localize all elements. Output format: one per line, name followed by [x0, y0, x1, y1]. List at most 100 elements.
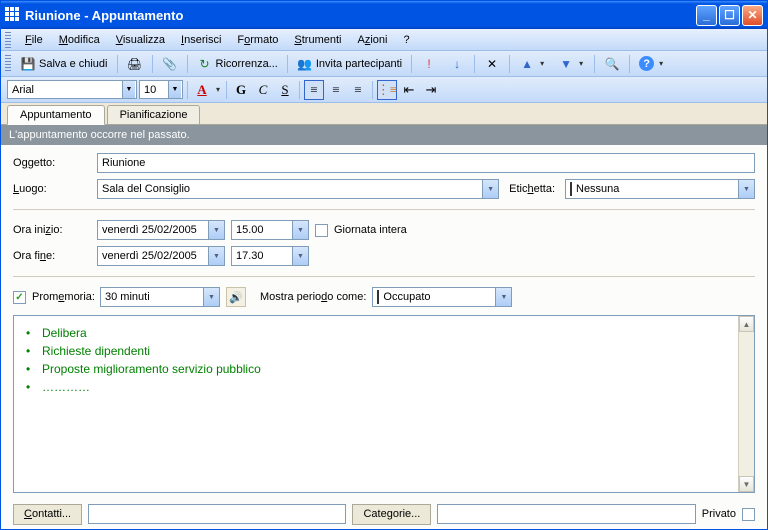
menu-azioni[interactable]: Azioni [351, 31, 393, 49]
increase-indent-button[interactable]: ⇥ [421, 80, 441, 100]
invite-button[interactable]: 👥Invita partecipanti [292, 53, 407, 75]
maximize-button[interactable]: ☐ [719, 5, 740, 26]
font-size-select[interactable]: 10▼ [139, 80, 183, 99]
contacts-button[interactable]: Contatti... [13, 504, 82, 525]
orafine-label: Ora fine: [13, 250, 91, 262]
italic-button[interactable]: C [253, 80, 273, 100]
minimize-button[interactable]: _ [696, 5, 717, 26]
all-day-label: Giornata intera [334, 224, 407, 236]
content-area: L'appuntamento occorre nel passato. Ogge… [1, 125, 767, 529]
scrollbar[interactable]: ▲ ▼ [738, 316, 754, 492]
standard-toolbar: 💾Salva e chiudi 🖨 📎 ↻Ricorrenza... 👥Invi… [1, 51, 767, 77]
chevron-down-icon: ▼ [208, 247, 224, 265]
menu-formato[interactable]: Formato [231, 31, 284, 49]
align-center-button[interactable]: ≡ [326, 80, 346, 100]
tab-appuntamento[interactable]: Appuntamento [7, 105, 105, 125]
attach-button[interactable]: 📎 [157, 53, 183, 75]
reminder-value: 30 minuti [101, 291, 203, 303]
notes-textarea[interactable]: Delibera Richieste dipendenti Proposte m… [13, 315, 755, 493]
font-color-button[interactable]: A [192, 80, 212, 100]
chevron-down-icon: ▼ [168, 81, 181, 98]
label-color-swatch [570, 182, 572, 196]
window-controls: _ ☐ ✕ [696, 5, 763, 26]
chevron-down-icon: ▼ [738, 180, 754, 198]
list-item: Proposte miglioramento servizio pubblico [24, 360, 744, 378]
next-item-button[interactable]: ▼▾ [553, 53, 590, 75]
etichetta-value: Nessuna [566, 183, 738, 195]
invite-icon: 👥 [297, 56, 313, 72]
save-close-button[interactable]: 💾Salva e chiudi [15, 53, 113, 75]
list-item: Delibera [24, 324, 744, 342]
private-checkbox[interactable] [742, 508, 755, 521]
toolbar-grip[interactable] [5, 55, 11, 73]
menu-strumenti[interactable]: Strumenti [288, 31, 347, 49]
etichetta-label: Etichetta: [505, 183, 559, 195]
close-button[interactable]: ✕ [742, 5, 763, 26]
menu-modifica[interactable]: Modifica [53, 31, 106, 49]
reminder-combo[interactable]: 30 minuti▼ [100, 287, 220, 307]
toolbar-grip[interactable] [5, 32, 11, 48]
menu-visualizza[interactable]: Visualizza [110, 31, 171, 49]
recurrence-button[interactable]: ↻Ricorrenza... [192, 53, 283, 75]
start-time-combo[interactable]: 15.00▼ [231, 220, 309, 240]
categories-field[interactable] [437, 504, 695, 524]
end-date-combo[interactable]: venerdì 25/02/2005▼ [97, 246, 225, 266]
end-date-value: venerdì 25/02/2005 [98, 250, 208, 262]
oggetto-input[interactable]: Riunione [97, 153, 755, 173]
align-right-button[interactable]: ≡ [348, 80, 368, 100]
reminder-sound-button[interactable]: 🔊 [226, 287, 246, 307]
start-date-combo[interactable]: venerdì 25/02/2005▼ [97, 220, 225, 240]
menu-file[interactable]: File [19, 31, 49, 49]
menu-help[interactable]: ? [397, 31, 415, 49]
contacts-field[interactable] [88, 504, 346, 524]
chevron-down-icon: ▼ [203, 288, 219, 306]
importance-high-button[interactable]: ! [416, 53, 442, 75]
tab-pianificazione[interactable]: Pianificazione [107, 105, 201, 124]
all-day-checkbox[interactable] [315, 224, 328, 237]
font-family-select[interactable]: Arial▼ [7, 80, 137, 99]
reminder-checkbox[interactable]: ✓ [13, 291, 26, 304]
form-area: Oggetto: Riunione Luogo: Sala del Consig… [1, 145, 767, 309]
help-button[interactable]: ?▾ [634, 53, 670, 75]
menu-inserisci[interactable]: Inserisci [175, 31, 227, 49]
bullets-button[interactable]: ⋮≡ [377, 80, 397, 100]
font-size-value: 10 [144, 84, 165, 96]
binoculars-icon: 🔍 [604, 56, 620, 72]
window-title: Riunione - Appuntamento [25, 8, 696, 23]
exclamation-icon: ! [421, 56, 437, 72]
calendar-icon [5, 7, 21, 23]
print-button[interactable]: 🖨 [122, 53, 148, 75]
tab-bar: Appuntamento Pianificazione [1, 103, 767, 125]
luogo-value: Sala del Consiglio [98, 183, 482, 195]
show-as-combo[interactable]: Occupato▼ [372, 287, 512, 307]
scroll-up-button[interactable]: ▲ [739, 316, 754, 332]
menubar: File Modifica Visualizza Inserisci Forma… [1, 29, 767, 51]
importance-low-button[interactable]: ↓ [444, 53, 470, 75]
chevron-down-icon: ▼ [482, 180, 498, 198]
find-button[interactable]: 🔍 [599, 53, 625, 75]
arrow-up-blue-icon: ▲ [519, 56, 535, 72]
underline-button[interactable]: S [275, 80, 295, 100]
chevron-down-icon: ▼ [122, 81, 135, 98]
prev-item-button[interactable]: ▲▾ [514, 53, 551, 75]
app-window: Riunione - Appuntamento _ ☐ ✕ File Modif… [0, 0, 768, 530]
busy-color-swatch [377, 290, 379, 304]
show-as-value: Occupato [373, 291, 495, 303]
chevron-down-icon: ▼ [495, 288, 511, 306]
luogo-label: Luogo: [13, 183, 91, 195]
align-left-button[interactable]: ≡ [304, 80, 324, 100]
delete-button[interactable]: ✕ [479, 53, 505, 75]
titlebar[interactable]: Riunione - Appuntamento _ ☐ ✕ [1, 1, 767, 29]
speaker-icon: 🔊 [229, 291, 243, 304]
end-time-combo[interactable]: 17.30▼ [231, 246, 309, 266]
recurrence-icon: ↻ [197, 56, 213, 72]
chevron-down-icon[interactable]: ▾ [214, 82, 222, 98]
categories-button[interactable]: Categorie... [352, 504, 431, 525]
help-icon: ? [639, 56, 654, 71]
bold-button[interactable]: G [231, 80, 251, 100]
reminder-label: Promemoria: [32, 291, 94, 303]
luogo-combo[interactable]: Sala del Consiglio▼ [97, 179, 499, 199]
decrease-indent-button[interactable]: ⇤ [399, 80, 419, 100]
etichetta-combo[interactable]: Nessuna▼ [565, 179, 755, 199]
scroll-down-button[interactable]: ▼ [739, 476, 754, 492]
